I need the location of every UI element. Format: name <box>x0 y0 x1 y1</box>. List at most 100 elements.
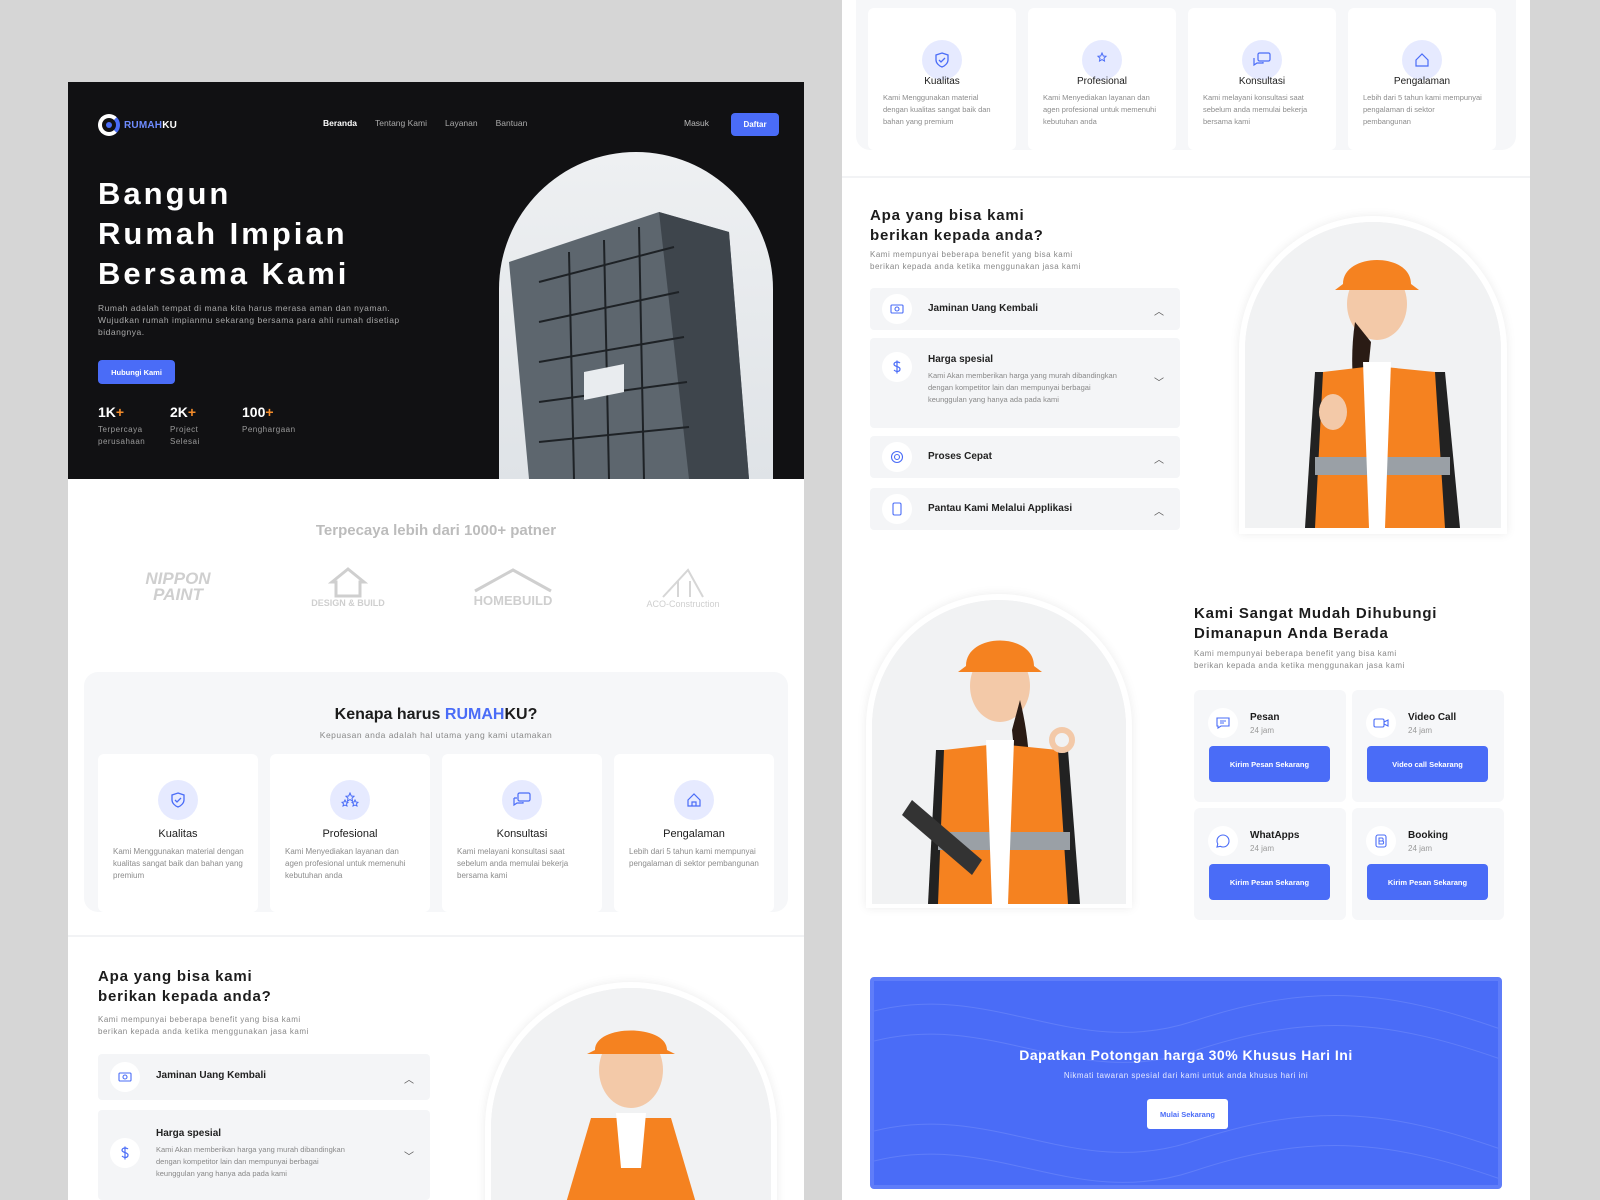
video-call-button[interactable]: Video call Sekarang <box>1367 746 1488 782</box>
contact-title: Kami Sangat Mudah Dihubungi Dimanapun An… <box>1194 604 1437 644</box>
stat-label: Penghargaan <box>242 425 296 434</box>
home-icon <box>674 780 714 820</box>
feature-card-kualitas: Kualitas Kami Menggunakan material denga… <box>98 754 258 912</box>
feature-card-pengalaman: Pengalaman Lebih dari 5 tahun kami mempu… <box>1348 8 1496 150</box>
shield-icon <box>922 40 962 80</box>
stat-value: 1K <box>98 404 116 420</box>
partner-name: DESIGN & BUILD <box>311 598 385 608</box>
chevron-up-icon[interactable]: ︿ <box>1154 303 1164 318</box>
accordion-jaminan[interactable]: Jaminan Uang Kembali ︿ <box>98 1054 430 1100</box>
accordion-desc: Kami Akan memberikan harga yang murah di… <box>156 1145 345 1178</box>
logo-text-part1: RUMAH <box>124 119 163 131</box>
contact-channel-name: Booking <box>1408 830 1448 841</box>
feature-card-profesional: Profesional Kami Menyediakan layanan dan… <box>270 754 430 912</box>
stat-plus: + <box>115 404 125 420</box>
feature-title: Kualitas <box>924 76 960 87</box>
frame-logo-icon <box>662 568 704 598</box>
accordion-pantau-aplikasi[interactable]: Pantau Kami Melalui Applikasi ︿ <box>870 488 1180 530</box>
feature-title: Konsultasi <box>496 828 548 840</box>
hero-title-line-1: Bangun <box>98 176 232 211</box>
speed-icon <box>882 442 912 472</box>
partner-design-build-logo: DESIGN & BUILD <box>293 557 403 617</box>
benefits-subtitle-line: berikan kepada anda ketika menggunakan j… <box>870 262 1081 271</box>
why-title-suffix: KU? <box>504 706 538 723</box>
feature-title: Konsultasi <box>1238 76 1286 87</box>
login-link[interactable]: Masuk <box>684 118 709 128</box>
send-message-button[interactable]: Kirim Pesan Sekarang <box>1209 746 1330 782</box>
feature-desc: Lebih dari 5 tahun kami mempunyai pengal… <box>1363 93 1482 126</box>
feature-title: Profesional <box>322 828 378 840</box>
contact-hours: 24 jam <box>1250 844 1275 853</box>
contact-title-line: Kami Sangat Mudah Dihubungi <box>1194 605 1438 622</box>
why-title-prefix: Kenapa harus <box>334 706 445 723</box>
feature-title: Kualitas <box>158 828 198 840</box>
accordion-proses-cepat[interactable]: Proses Cepat ︿ <box>870 436 1180 478</box>
contact-channel-name: Pesan <box>1250 712 1280 723</box>
accordion-harga-spesial[interactable]: Harga spesial Kami Akan memberikan harga… <box>98 1110 430 1200</box>
contact-card-video-call: Video Call 24 jam Video call Sekarang <box>1352 690 1504 802</box>
feature-desc: Kami melayani konsultasi saat sebelum an… <box>457 847 569 880</box>
stat-label: perusahaan <box>98 437 146 446</box>
nav-tentang-kami[interactable]: Tentang Kami <box>375 118 427 128</box>
logo[interactable]: RUMAHKU <box>98 114 177 136</box>
accordion-title: Jaminan Uang Kembali <box>156 1070 267 1081</box>
feature-desc: Kami Menggunakan material dengan kualita… <box>883 93 991 126</box>
dollar-icon <box>882 352 912 382</box>
benefits-title-line: berikan kepada anda? <box>98 988 272 1005</box>
stats: 1K+ Terpercaya perusahaan 2K+ Project Sele… <box>98 404 296 448</box>
feature-title: Profesional <box>1076 76 1128 87</box>
nav-beranda[interactable]: Beranda <box>323 118 357 128</box>
stat-companies: 1K+ Terpercaya perusahaan <box>98 404 148 448</box>
benefits-subtitle: Kami mempunyai beberapa benefit yang bis… <box>98 1014 309 1038</box>
contact-card-whatsapp: WhatApps 24 jam Kirim Pesan Sekarang <box>1194 808 1346 920</box>
chat-icon <box>1242 40 1282 80</box>
chevron-down-icon[interactable]: ﹀ <box>1154 374 1164 389</box>
stars-icon <box>330 780 370 820</box>
start-now-button[interactable]: Mulai Sekarang <box>1147 1099 1228 1129</box>
partners-title: Terpecaya lebih dari 1000+ patner <box>315 522 557 539</box>
whatsapp-send-button[interactable]: Kirim Pesan Sekarang <box>1209 864 1330 900</box>
partner-aco-logo: ACO-Construction <box>623 557 743 617</box>
wave-pattern <box>874 995 1498 1183</box>
contact-channel-name: Video Call <box>1408 712 1457 723</box>
stat-projects: 2K+ Project Selesai <box>170 404 220 448</box>
register-button[interactable]: Daftar <box>731 113 779 136</box>
house-logo-icon <box>328 567 368 598</box>
feature-desc: Kami Menyediakan layanan dan agen profes… <box>1043 93 1156 126</box>
accordion-harga-spesial[interactable]: Harga spesial Kami Akan memberikan harga… <box>870 338 1180 428</box>
benefits-subtitle-line: Kami mempunyai beberapa benefit yang bis… <box>870 250 1073 259</box>
contact-hours: 24 jam <box>1408 726 1433 735</box>
feature-card-kualitas: Kualitas Kami Menggunakan material denga… <box>868 8 1016 150</box>
chevron-up-icon[interactable]: ︿ <box>1154 503 1164 518</box>
feature-desc: Kami Menyediakan layanan dan agen profes… <box>285 847 406 880</box>
promo-subtitle: Nikmati tawaran spesial dari kami untuk … <box>1063 1071 1309 1080</box>
partner-homebuild-logo: HOMEBUILD <box>453 557 573 617</box>
booking-button[interactable]: Kirim Pesan Sekarang <box>1367 864 1488 900</box>
accordion-desc: Kami Akan memberikan harga yang murah di… <box>928 371 1117 404</box>
nav-bantuan[interactable]: Bantuan <box>496 118 528 128</box>
partner-name: ACO-Construction <box>646 599 720 609</box>
accordion-title: Harga spesial <box>928 354 994 365</box>
roof-logo-icon <box>474 567 552 592</box>
building-illustration <box>509 212 749 479</box>
chevron-up-icon[interactable]: ︿ <box>404 1071 414 1086</box>
why-title: Kenapa harus RUMAHKU? <box>84 706 788 724</box>
nav-layanan[interactable]: Layanan <box>445 118 478 128</box>
benefits-title-line: Apa yang bisa kami <box>870 207 1025 224</box>
stat-value: 2K <box>170 404 188 420</box>
contact-us-button[interactable]: Hubungi Kami <box>98 360 175 384</box>
benefits-title-line: Apa yang bisa kami <box>98 968 253 985</box>
feature-card-konsultasi: Konsultasi Kami melayani konsultasi saat… <box>1188 8 1336 150</box>
hero-section: RUMAHKU Beranda Tentang Kami Layanan Ban… <box>68 82 804 479</box>
chevron-down-icon[interactable]: ﹀ <box>404 1148 414 1163</box>
booking-icon <box>1366 826 1396 856</box>
stat-label: Project <box>170 425 199 434</box>
benefits-title: Apa yang bisa kami berikan kepada anda? <box>870 206 1044 246</box>
home-icon <box>1402 40 1442 80</box>
why-section-continued: Kualitas Kami Menggunakan material denga… <box>856 0 1516 150</box>
stat-label: Terpercaya <box>98 425 143 434</box>
accordion-jaminan[interactable]: Jaminan Uang Kembali ︿ <box>870 288 1180 330</box>
chevron-up-icon[interactable]: ︿ <box>1154 451 1164 466</box>
contact-subtitle-line: Kami mempunyai beberapa benefit yang bis… <box>1194 649 1397 658</box>
worker-ok-photo <box>872 600 1126 904</box>
